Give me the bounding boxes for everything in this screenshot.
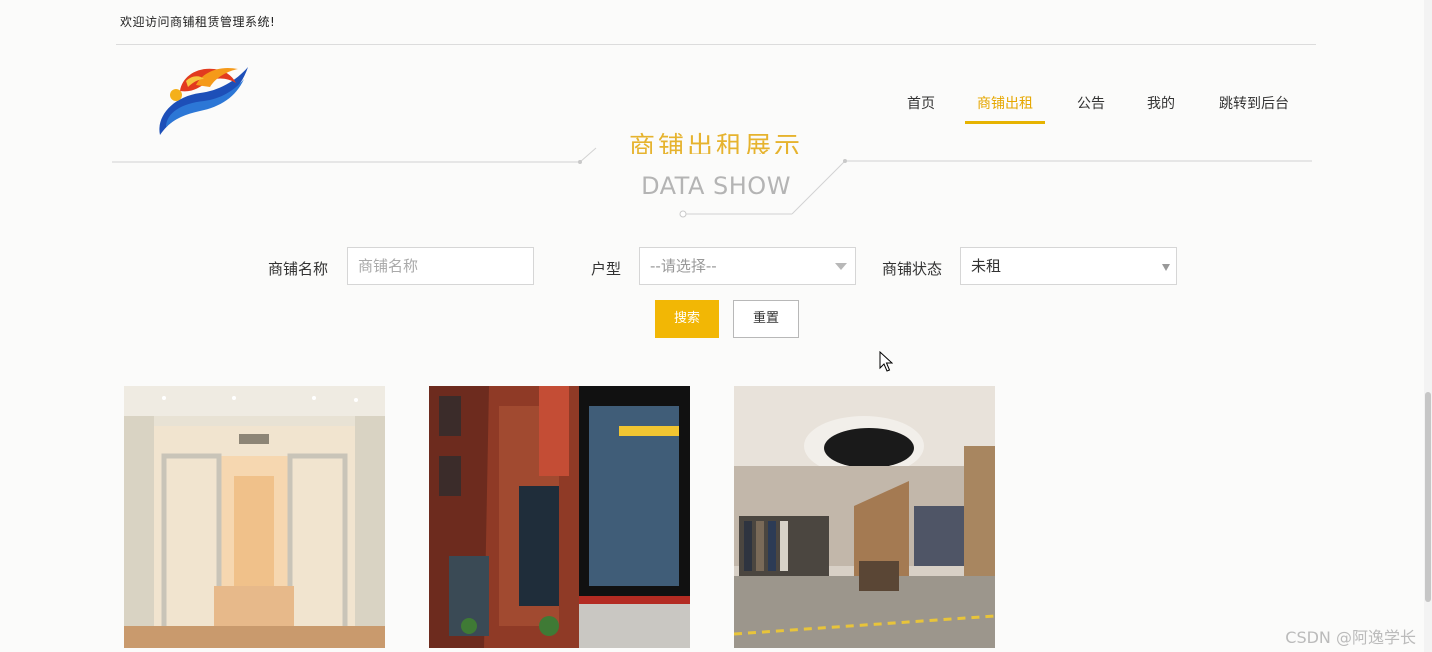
- shop-status-select[interactable]: 未租: [960, 247, 1177, 285]
- shop-name-input[interactable]: [347, 247, 534, 285]
- welcome-text: 欢迎访问商铺租赁管理系统!: [120, 15, 276, 29]
- layout-type-label: 户型: [591, 260, 622, 278]
- shop-status-label: 商铺状态: [882, 260, 943, 278]
- site-logo[interactable]: [152, 57, 256, 137]
- chevron-down-icon: [1162, 264, 1170, 271]
- top-bar: 欢迎访问商铺租赁管理系统!: [116, 0, 1316, 45]
- page-scrollbar[interactable]: [1424, 0, 1432, 652]
- chevron-down-icon: [835, 263, 847, 270]
- layout-type-select[interactable]: --请选择--: [639, 247, 856, 285]
- reset-button[interactable]: 重置: [733, 300, 799, 338]
- mouse-cursor-icon: [879, 351, 893, 372]
- shop-image: [124, 386, 385, 648]
- watermark: CSDN @阿逸学长: [1285, 628, 1416, 647]
- shop-card[interactable]: [429, 386, 690, 648]
- shop-status-select-value: 未租: [971, 257, 1002, 275]
- shop-image: [429, 386, 690, 648]
- section-title: 商铺出租展示 DATA SHOW: [0, 130, 1432, 230]
- nav-item-admin[interactable]: 跳转到后台: [1215, 93, 1293, 123]
- section-title-cn: 商铺出租展示: [628, 132, 803, 154]
- search-button[interactable]: 搜索: [655, 300, 719, 338]
- shop-card[interactable]: [734, 386, 995, 648]
- shop-image: [734, 386, 995, 648]
- shop-card[interactable]: [124, 386, 385, 648]
- page: 欢迎访问商铺租赁管理系统! 首页 商铺出租 公告 我的 跳转到后台 商铺出租展示…: [0, 0, 1432, 652]
- nav-item-mine[interactable]: 我的: [1145, 93, 1177, 123]
- scrollbar-thumb[interactable]: [1425, 392, 1431, 602]
- layout-type-select-value: --请选择--: [650, 257, 717, 275]
- nav-item-shop-rental[interactable]: 商铺出租: [965, 93, 1045, 124]
- nav-item-notice[interactable]: 公告: [1075, 93, 1107, 123]
- section-title-en: DATA SHOW: [641, 172, 791, 200]
- section-title-cn-wrap: 商铺出租展示: [0, 130, 1432, 154]
- logo-icon: [159, 67, 248, 135]
- nav-item-home[interactable]: 首页: [905, 93, 937, 123]
- shop-name-label: 商铺名称: [268, 260, 329, 278]
